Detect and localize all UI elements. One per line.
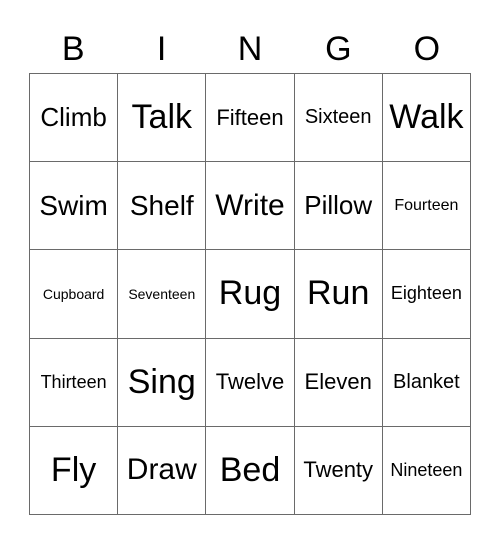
bingo-cell[interactable]: Swim xyxy=(30,162,119,251)
bingo-cell[interactable]: Sing xyxy=(118,338,207,427)
bingo-cell[interactable]: Write xyxy=(206,162,295,251)
bingo-cell[interactable]: Fifteen xyxy=(206,74,295,163)
bingo-cell[interactable]: Run xyxy=(294,250,383,339)
bingo-cell[interactable]: Blanket xyxy=(382,338,471,427)
header-letter-b: B xyxy=(61,30,85,68)
bingo-cell[interactable]: Shelf xyxy=(118,162,207,251)
bingo-cell[interactable]: Twelve xyxy=(206,338,295,427)
header-letter-g: G xyxy=(325,30,352,68)
header-letter-o: O xyxy=(413,30,441,68)
bingo-cell[interactable]: Seventeen xyxy=(118,250,207,339)
bingo-cell[interactable]: Twenty xyxy=(294,426,383,515)
bingo-cell[interactable]: Climb xyxy=(30,74,119,163)
bingo-cell[interactable]: Walk xyxy=(382,74,471,163)
bingo-cell[interactable]: Eighteen xyxy=(382,250,471,339)
bingo-board: Climb Talk Fifteen Sixteen Walk Swim She… xyxy=(29,73,471,515)
bingo-cell[interactable]: Rug xyxy=(206,250,295,339)
bingo-cell[interactable]: Talk xyxy=(118,74,207,163)
bingo-cell[interactable]: Bed xyxy=(206,426,295,515)
bingo-cell[interactable]: Cupboard xyxy=(30,250,119,339)
header-letter-i: I xyxy=(156,30,167,68)
bingo-cell[interactable]: Thirteen xyxy=(30,338,119,427)
bingo-cell[interactable]: Sixteen xyxy=(294,74,383,163)
bingo-cell[interactable]: Draw xyxy=(118,426,207,515)
header-letter-n: N xyxy=(237,30,263,68)
bingo-cell[interactable]: Nineteen xyxy=(382,426,471,515)
bingo-cell[interactable]: Pillow xyxy=(294,162,383,251)
bingo-cell[interactable]: Fly xyxy=(30,426,119,515)
bingo-cell[interactable]: Eleven xyxy=(294,338,383,427)
bingo-cell[interactable]: Fourteen xyxy=(382,162,471,251)
bingo-header: B I N G O xyxy=(29,28,471,70)
